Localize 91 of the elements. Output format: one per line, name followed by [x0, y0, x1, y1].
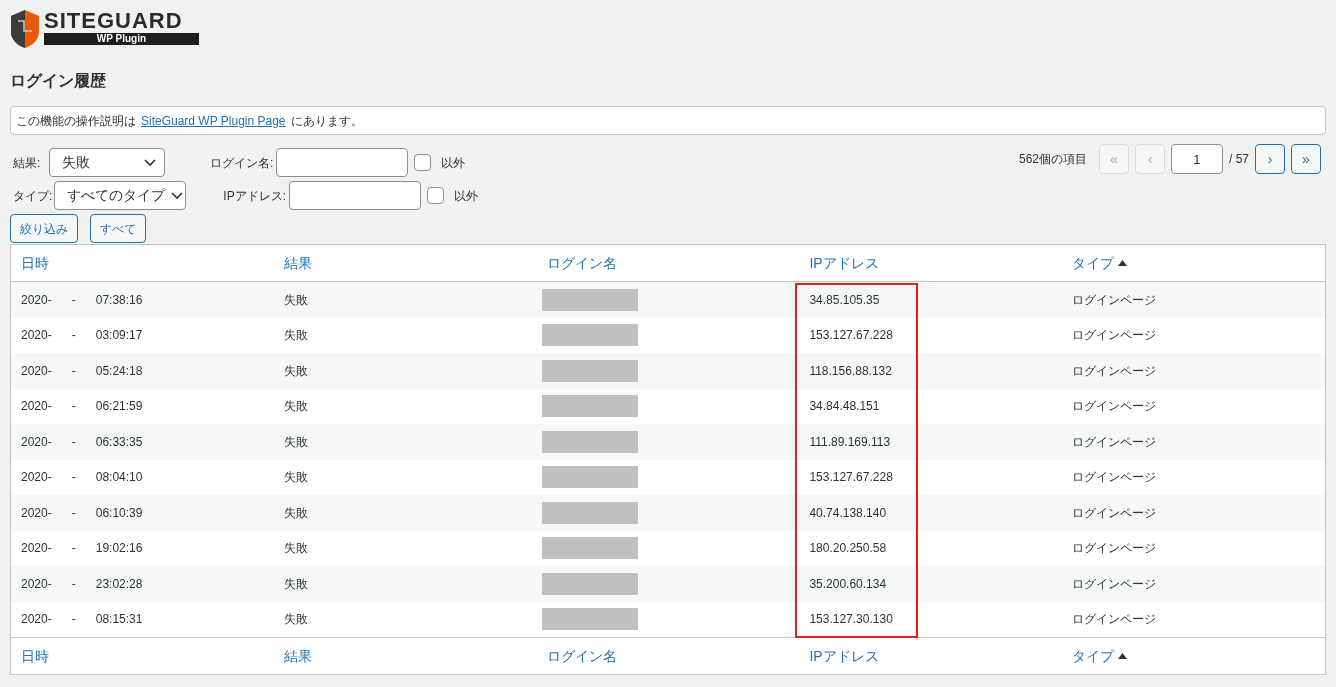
table-cell-text: 180.20.250.58 — [808, 540, 888, 558]
table-cell-text: - — [71, 362, 76, 380]
ip-address-label: IPアドレス: — [223, 187, 286, 205]
result-label: 結果: — [12, 154, 42, 172]
table-cell-text: 2020- — [21, 327, 52, 345]
show-all-button[interactable]: すべて — [90, 214, 146, 243]
table-cell-text: ログインページ — [1071, 398, 1158, 416]
table-cell-text: 2020- — [21, 398, 52, 416]
table-cell-text: 34.84.48.151 — [808, 398, 881, 416]
column-header-link[interactable]: 日時 — [21, 645, 49, 667]
table-cell-text: 2020- — [21, 362, 52, 380]
notice-text: にあります。 — [290, 112, 363, 130]
plugin-page-link[interactable]: SiteGuard WP Plugin Page — [141, 111, 286, 130]
column-header-link[interactable]: 結果 — [283, 645, 312, 667]
column-header-link[interactable]: ログイン名 — [546, 252, 617, 274]
page-title: ログイン履歴 — [10, 71, 107, 91]
table-cell-text: 2020- — [21, 540, 52, 558]
table-cell-text: 2020- — [21, 575, 52, 593]
table-cell-text: 23:02:28 — [95, 575, 143, 593]
table-cell-text: 40.74.138.140 — [808, 504, 888, 522]
table-cell-text: 失敗 — [282, 504, 309, 522]
table-cell-text: 失敗 — [282, 362, 309, 380]
logo-title: SITEGUARD — [44, 9, 184, 33]
table-cell-text: - — [71, 469, 76, 487]
table-cell-text: - — [71, 291, 76, 309]
table-cell-text: 失敗 — [282, 291, 309, 309]
select-field[interactable]: すべてのタイプ — [54, 181, 187, 210]
table-cell-text: 失敗 — [282, 540, 309, 558]
select-field[interactable]: 失敗 — [49, 148, 165, 177]
logo-subtitle: WP Plugin — [44, 33, 199, 45]
table-cell-text: ログインページ — [1071, 291, 1158, 309]
table-cell-text: 2020- — [21, 469, 52, 487]
column-header-link[interactable]: 結果 — [283, 252, 312, 274]
table-cell-text: 153.127.67.228 — [808, 469, 894, 487]
exclude-label: 以外 — [441, 154, 466, 172]
table-cell-text: ログインページ — [1071, 504, 1158, 522]
pagination-button[interactable]: › — [1255, 144, 1285, 174]
table-cell-text: 失敗 — [282, 469, 309, 487]
table-cell-text: 失敗 — [282, 398, 309, 416]
table-cell-text: ログインページ — [1071, 327, 1158, 345]
table-cell-text: - — [71, 540, 76, 558]
table-cell-text: ログインページ — [1071, 362, 1158, 380]
column-header-link[interactable]: タイプ — [1072, 645, 1115, 667]
table-cell-text: ログインページ — [1071, 433, 1158, 451]
pagination-button[interactable]: » — [1291, 144, 1321, 174]
table-cell-text: 2020- — [21, 611, 52, 629]
table-cell-text: 失敗 — [282, 575, 309, 593]
table-cell-text: ログインページ — [1071, 540, 1158, 558]
table-cell-text: 03:09:17 — [95, 327, 143, 345]
exclude-label: 以外 — [454, 187, 478, 205]
page-number-field[interactable]: 1 — [1171, 144, 1223, 174]
column-header-link[interactable]: IPアドレス — [809, 645, 879, 667]
table-cell-text: 118.156.88.132 — [808, 362, 893, 380]
table-cell-text: 失敗 — [282, 433, 309, 451]
table-cell-text: 34.85.105.35 — [808, 291, 881, 309]
table-cell-text: 06:21:59 — [95, 398, 143, 416]
table-cell-text: 05:24:18 — [95, 362, 143, 380]
table-cell-text: 08:15:31 — [95, 611, 143, 629]
table-cell-text: ログインページ — [1071, 575, 1158, 593]
column-header-link[interactable]: IPアドレス — [809, 252, 879, 274]
table-cell-text: 2020- — [21, 433, 52, 451]
table-cell-text: 失敗 — [282, 327, 309, 345]
column-header-link[interactable]: 日時 — [21, 252, 49, 274]
filter-button[interactable]: 絞り込み — [10, 214, 78, 243]
table-cell-text: ログインページ — [1071, 611, 1158, 629]
table-cell-text: - — [71, 398, 76, 416]
page-total: / 57 — [1229, 151, 1249, 168]
table-cell-text: 2020- — [21, 504, 52, 522]
table-cell-text: 失敗 — [282, 611, 309, 629]
table-cell-text: 19:02:16 — [95, 540, 143, 558]
item-count: 562個の項目 — [1018, 151, 1087, 168]
table-cell-text: - — [71, 327, 76, 345]
table-cell-text: - — [71, 504, 76, 522]
table-cell-text: 153.127.67.228 — [808, 327, 894, 345]
table-cell-text: 153.127.30.130 — [808, 611, 894, 629]
notice-text: この機能の操作説明は — [16, 112, 136, 130]
table-cell-text: 35.200.60.134 — [808, 575, 888, 593]
table-cell-text: - — [71, 611, 76, 629]
type-label: タイプ: — [12, 187, 53, 205]
table-cell-text: 06:10:39 — [95, 504, 143, 522]
table-cell-text: - — [71, 433, 76, 451]
table-cell-text: 06:33:35 — [95, 433, 143, 451]
table-cell-text: - — [71, 575, 76, 593]
table-cell-text: 111.89.169.113 — [808, 433, 892, 451]
table-cell-text: ログインページ — [1071, 469, 1158, 487]
table-cell-text: 2020- — [21, 291, 52, 309]
table-cell-text: 07:38:16 — [95, 291, 143, 309]
column-header-link[interactable]: タイプ — [1072, 252, 1115, 274]
column-header-link[interactable]: ログイン名 — [546, 645, 617, 667]
table-cell-text: 08:04:10 — [95, 469, 143, 487]
login-name-label: ログイン名: — [210, 154, 274, 172]
